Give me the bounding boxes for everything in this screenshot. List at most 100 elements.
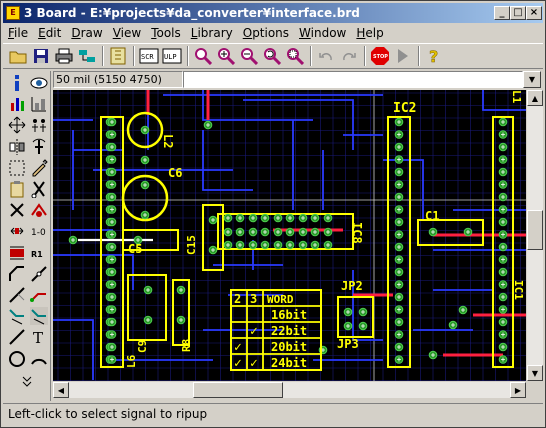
ic2-label: IC2 bbox=[393, 101, 416, 116]
help-icon[interactable]: ? bbox=[423, 45, 445, 67]
menu-label: dit bbox=[45, 26, 62, 40]
group-select-icon[interactable] bbox=[7, 158, 27, 178]
maximize-button[interactable]: □ bbox=[510, 6, 526, 20]
add-icon[interactable] bbox=[29, 200, 49, 220]
move-icon[interactable] bbox=[7, 115, 27, 135]
save-icon[interactable] bbox=[30, 45, 52, 67]
menu-accelerator: O bbox=[242, 26, 253, 40]
ic1-label: IC1 bbox=[512, 280, 525, 300]
status-bar: Left-click to select signal to ripup bbox=[3, 403, 543, 425]
menu-accelerator: V bbox=[112, 26, 121, 40]
c6-label: C6 bbox=[168, 166, 182, 180]
group-icon[interactable] bbox=[29, 115, 49, 135]
route-icon[interactable] bbox=[29, 285, 49, 305]
command-history-dropdown[interactable]: ▼ bbox=[523, 71, 541, 88]
run-ulp-icon[interactable]: ULP bbox=[161, 45, 183, 67]
eagle-board-window: E 3 Board - E:¥projects¥da_converter¥int… bbox=[0, 0, 546, 428]
pcb-board-drawing[interactable]: IC2 L2 C6 C5 C15 IC8 C1 C9 R8 L6 JP2 JP3 L1 IC1 2 3 WORD… bbox=[53, 90, 526, 381]
copy-icon[interactable] bbox=[29, 179, 49, 199]
title-bar[interactable]: E 3 Board - E:¥projects¥da_converter¥int… bbox=[3, 3, 543, 23]
menu-tools[interactable]: Tools bbox=[146, 24, 186, 42]
redo-icon[interactable] bbox=[338, 45, 360, 67]
redraw-icon[interactable] bbox=[261, 45, 283, 67]
svg-text:1-0: 1-0 bbox=[31, 228, 46, 238]
zoom-fit-icon[interactable] bbox=[192, 45, 214, 67]
horizontal-scroll-thumb[interactable] bbox=[193, 382, 283, 398]
menu-label: ools bbox=[156, 26, 181, 40]
display-icon[interactable] bbox=[29, 73, 49, 93]
arc-icon[interactable] bbox=[29, 349, 49, 369]
vertical-scroll-thumb[interactable] bbox=[527, 210, 543, 250]
smash-icon[interactable] bbox=[7, 243, 27, 263]
minimize-button[interactable]: _ bbox=[494, 6, 510, 20]
menu-options[interactable]: Options bbox=[238, 24, 294, 42]
mark-icon[interactable] bbox=[7, 94, 27, 114]
c1-label: C1 bbox=[425, 209, 439, 223]
scroll-down-button[interactable]: ▼ bbox=[527, 365, 543, 381]
rotate-icon[interactable] bbox=[29, 137, 49, 157]
split-icon[interactable] bbox=[29, 264, 49, 284]
toolbar-separator bbox=[133, 46, 135, 66]
zoom-select-icon[interactable] bbox=[284, 45, 306, 67]
undo-icon[interactable] bbox=[315, 45, 337, 67]
circle-icon[interactable] bbox=[7, 349, 27, 369]
c15-label: C15 bbox=[185, 235, 198, 255]
menu-draw[interactable]: Draw bbox=[66, 24, 107, 42]
script-icon[interactable]: SCR bbox=[138, 45, 160, 67]
command-row: 50 mil (5150 4750) ▼ bbox=[53, 71, 543, 89]
menu-label: ptions bbox=[252, 26, 290, 40]
menu-edit[interactable]: Edit bbox=[33, 24, 66, 42]
info-icon[interactable] bbox=[7, 73, 27, 93]
name-icon[interactable]: R1 bbox=[29, 243, 49, 263]
delete-icon[interactable] bbox=[7, 200, 27, 220]
replace-icon[interactable] bbox=[7, 221, 27, 241]
zoom-out-icon[interactable] bbox=[238, 45, 260, 67]
menu-label: elp bbox=[365, 26, 384, 40]
scroll-right-button[interactable]: ▶ bbox=[510, 382, 526, 398]
board-editor-canvas[interactable]: IC2 L2 C6 C5 C15 IC8 C1 C9 R8 L6 JP2 JP3 L1 IC1 2 3 WORD… bbox=[53, 90, 526, 381]
go-icon[interactable] bbox=[392, 45, 414, 67]
table-check-3: ✓ bbox=[250, 324, 258, 339]
menu-help[interactable]: Help bbox=[351, 24, 388, 42]
menu-label: iew bbox=[120, 26, 142, 40]
ripup-icon[interactable] bbox=[7, 306, 27, 326]
text-icon[interactable]: T bbox=[29, 327, 49, 347]
window-title: 3 Board - E:¥projects¥da_converter¥inter… bbox=[24, 6, 360, 20]
table-check-2: ✓ bbox=[234, 356, 242, 371]
miter-icon[interactable] bbox=[7, 264, 27, 284]
menu-library[interactable]: Library bbox=[186, 24, 238, 42]
zoom-in-icon[interactable] bbox=[215, 45, 237, 67]
scroll-up-button[interactable]: ▲ bbox=[527, 90, 543, 106]
optimize-icon[interactable] bbox=[7, 285, 27, 305]
ripup-active-icon[interactable] bbox=[29, 306, 49, 326]
l1-label: L1 bbox=[510, 90, 523, 104]
use-library-icon[interactable] bbox=[107, 45, 129, 67]
wire-icon[interactable] bbox=[7, 327, 27, 347]
more-tools-icon[interactable] bbox=[17, 370, 37, 390]
command-line-input[interactable] bbox=[183, 71, 523, 88]
vertical-scrollbar[interactable]: ▲ ▼ bbox=[527, 90, 543, 381]
open-icon[interactable] bbox=[7, 45, 29, 67]
tool-palette: 1-0 R1 T bbox=[3, 71, 51, 401]
value-icon[interactable]: 1-0 bbox=[29, 221, 49, 241]
menu-label: raw bbox=[80, 26, 103, 40]
horizontal-scrollbar[interactable]: ◀ ▶ bbox=[53, 382, 526, 398]
change-icon[interactable] bbox=[29, 158, 49, 178]
stop-icon[interactable]: STOP bbox=[369, 45, 391, 67]
menu-bar: File Edit Draw View Tools Library Options Windo… bbox=[3, 24, 543, 42]
layer-settings-icon[interactable] bbox=[29, 94, 49, 114]
close-button[interactable]: × bbox=[526, 6, 542, 20]
mirror-icon[interactable] bbox=[7, 137, 27, 157]
scroll-left-button[interactable]: ◀ bbox=[53, 382, 69, 398]
app-icon[interactable]: E bbox=[6, 6, 20, 20]
paste-icon[interactable] bbox=[7, 179, 27, 199]
l2-label: L2 bbox=[161, 134, 175, 148]
menu-view[interactable]: View bbox=[108, 24, 146, 42]
toolbar: SCR ULP STOP ? bbox=[3, 43, 543, 69]
svg-text:ULP: ULP bbox=[164, 53, 177, 61]
menu-file[interactable]: File bbox=[3, 24, 33, 42]
cam-processor-icon[interactable] bbox=[76, 45, 98, 67]
print-icon[interactable] bbox=[53, 45, 75, 67]
r8-label: R8 bbox=[180, 339, 193, 352]
menu-window[interactable]: Window bbox=[294, 24, 351, 42]
